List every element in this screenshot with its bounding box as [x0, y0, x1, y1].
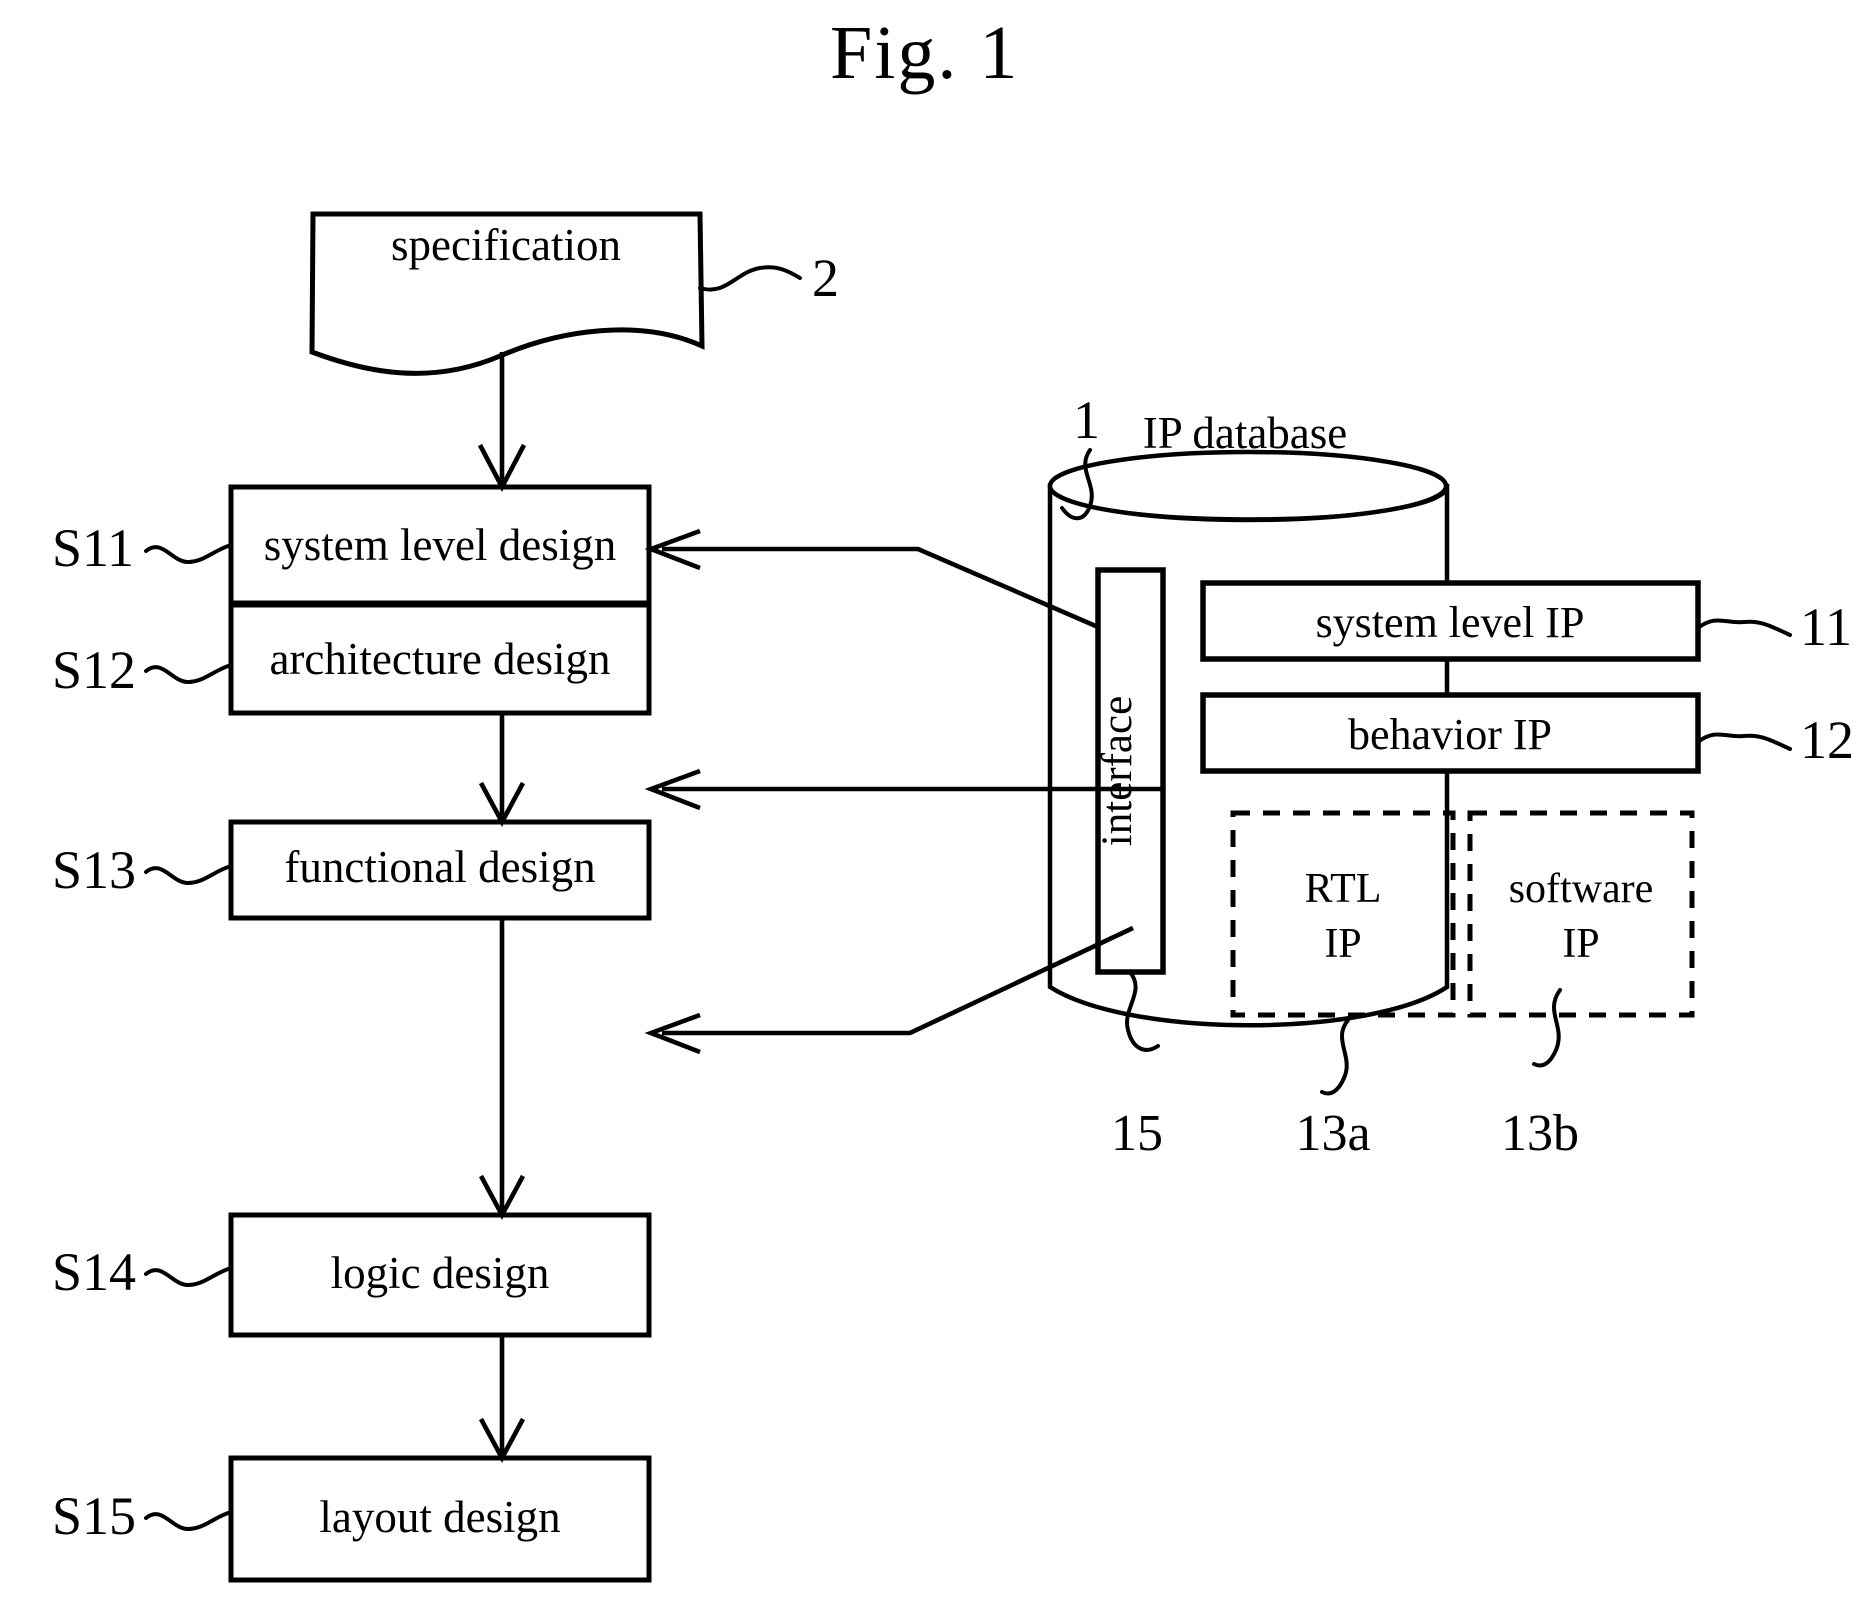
reference-number-11: 11 [1800, 597, 1852, 657]
flow-arrow-spec-to-s11 [477, 352, 527, 492]
interface-node[interactable]: interface [1094, 567, 1166, 975]
system-level-ip-node[interactable]: system level IP [1200, 580, 1701, 662]
specification-node: specification [309, 211, 705, 376]
interface-label: interface [1094, 696, 1141, 846]
leader-line-13b [1532, 988, 1562, 1068]
rtl-ip-label-line1: RTL [1305, 866, 1382, 912]
leader-line-s15 [144, 1510, 233, 1531]
leader-line-s13 [144, 864, 233, 885]
flow-label-s14: logic design [331, 1248, 550, 1298]
flow-node-s11[interactable]: system level design [228, 484, 652, 606]
database-title: IP database [1143, 408, 1348, 458]
step-id-s11-group: S11 [52, 518, 233, 578]
flow-arrow-s14-to-s15 [478, 1335, 526, 1463]
step-id-s15: S15 [52, 1486, 136, 1546]
software-ip-box[interactable] [1467, 810, 1695, 1018]
leader-line-2 [698, 265, 802, 292]
flow-arrow-s13-to-s14 [478, 918, 526, 1220]
software-ip-label-line1: software [1509, 866, 1654, 912]
specification-label: specification [391, 220, 621, 270]
reference-number-13b: 13b [1501, 1105, 1579, 1162]
connector-interface-to-s11 [644, 528, 1099, 630]
leader-line-13a [1320, 1018, 1350, 1096]
figure-root: Fig. 1 specification 2 system level desi… [0, 0, 1876, 1623]
behavior-ip-label: behavior IP [1348, 710, 1552, 759]
rtl-ip-reference-group: 13a [1295, 1018, 1371, 1162]
software-ip-label-line2: IP [1562, 921, 1599, 967]
leader-line-s11 [144, 543, 233, 564]
behavior-ip-node[interactable]: behavior IP [1200, 692, 1701, 774]
step-id-s15-group: S15 [52, 1486, 233, 1546]
flow-label-s12: architecture design [269, 634, 610, 684]
flow-arrow-s12-to-s13 [478, 713, 526, 827]
step-id-s11: S11 [52, 518, 134, 578]
flow-node-s13[interactable]: functional design [228, 819, 652, 921]
step-id-s14-group: S14 [52, 1242, 233, 1302]
system-level-ip-label: system level IP [1316, 598, 1585, 647]
reference-number-13a: 13a [1295, 1105, 1370, 1162]
leader-line-s14 [144, 1266, 233, 1287]
figure-title: Fig. 1 [830, 11, 1019, 95]
step-id-s12: S12 [52, 640, 136, 700]
leader-line-12 [1696, 732, 1792, 751]
connector-path [662, 546, 1099, 630]
system-level-ip-reference-group: 11 [1696, 597, 1852, 657]
flow-label-s15: layout design [319, 1492, 560, 1542]
leader-line-s12 [144, 663, 233, 684]
step-id-s13-group: S13 [52, 840, 233, 900]
reference-number-2: 2 [812, 248, 839, 308]
leader-line-11 [1696, 618, 1792, 637]
software-ip-node[interactable]: software IP [1467, 810, 1695, 1018]
behavior-ip-reference-group: 12 [1696, 710, 1854, 770]
database-title-group: IP database [1143, 408, 1348, 458]
flow-node-s14[interactable]: logic design [228, 1212, 652, 1338]
flow-node-s15[interactable]: layout design [228, 1455, 652, 1583]
specification-reference: 2 [698, 248, 839, 308]
flow-label-s11: system level design [264, 520, 616, 570]
flow-label-s13: functional design [284, 842, 595, 892]
step-id-s12-group: S12 [52, 640, 233, 700]
flow-node-s12[interactable]: architecture design [228, 602, 652, 716]
reference-number-12: 12 [1800, 710, 1854, 770]
rtl-ip-label-line2: IP [1324, 921, 1361, 967]
step-id-s14: S14 [52, 1242, 136, 1302]
reference-number-15: 15 [1111, 1105, 1163, 1162]
reference-number-1: 1 [1073, 390, 1100, 450]
step-id-s13: S13 [52, 840, 136, 900]
patent-figure-svg: Fig. 1 specification 2 system level desi… [52, 11, 1854, 1583]
